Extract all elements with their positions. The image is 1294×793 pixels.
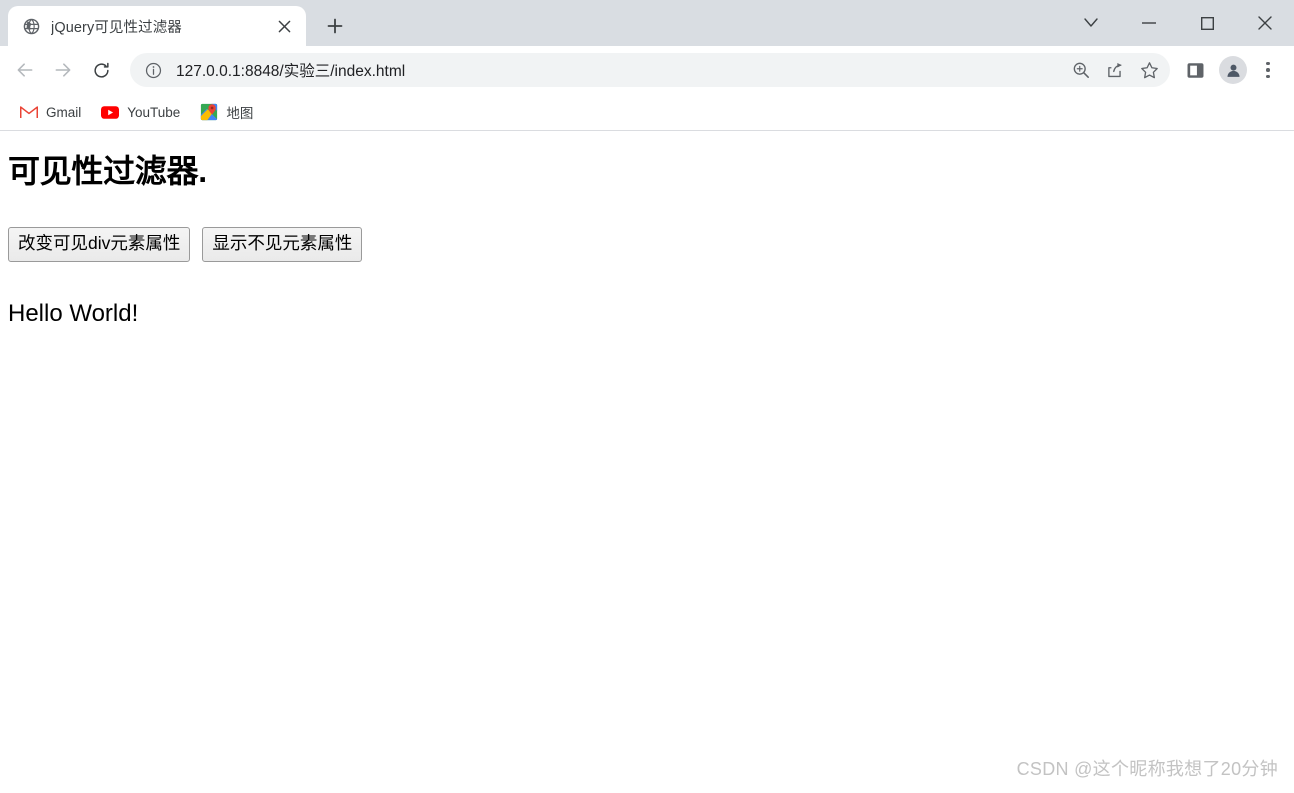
arrow-left-icon — [17, 63, 33, 77]
close-button[interactable] — [1236, 2, 1294, 44]
window-controls — [1062, 0, 1294, 46]
tab-title: jQuery可见性过滤器 — [51, 19, 182, 36]
tab-search-button[interactable] — [1062, 2, 1120, 44]
back-button[interactable] — [6, 51, 44, 89]
new-tab-button[interactable] — [318, 9, 352, 43]
bookmark-label: YouTube — [127, 104, 181, 120]
hello-world-text: Hello World! — [8, 300, 139, 328]
browser-window: jQuery可见性过滤器 127.0.0.1:8848/实验三/index.ht… — [0, 0, 1294, 793]
info-circle-icon[interactable] — [142, 59, 164, 81]
bookmark-maps[interactable]: 地图 — [192, 99, 261, 125]
star-icon[interactable] — [1132, 53, 1166, 87]
minimize-icon — [1142, 22, 1156, 24]
globe-icon — [22, 17, 40, 35]
gmail-icon — [20, 103, 38, 121]
csdn-watermark: CSDN @这个昵称我想了20分钟 — [1016, 759, 1278, 779]
bookmark-gmail[interactable]: Gmail — [12, 99, 89, 125]
omnibox-actions — [1064, 53, 1170, 87]
toolbar-right-actions — [1176, 51, 1284, 89]
change-visible-div-button[interactable]: 改变可见div元素属性 — [8, 227, 191, 263]
youtube-icon — [101, 103, 120, 121]
maximize-button[interactable] — [1178, 2, 1236, 44]
minimize-button[interactable] — [1120, 2, 1178, 44]
page-title: 可见性过滤器. — [8, 153, 207, 189]
share-icon[interactable] — [1098, 53, 1132, 87]
profile-avatar-icon[interactable] — [1219, 56, 1247, 84]
zoom-in-icon[interactable] — [1064, 53, 1098, 87]
page-viewport: 可见性过滤器. 改变可见div元素属性 显示不见元素属性 Hello World… — [0, 131, 1294, 793]
address-bar-url: 127.0.0.1:8848/实验三/index.html — [176, 63, 406, 80]
bookmark-youtube[interactable]: YouTube — [93, 99, 188, 125]
close-icon — [1258, 16, 1272, 30]
tab-strip: jQuery可见性过滤器 — [0, 0, 1294, 46]
plus-icon — [327, 18, 343, 34]
browser-tab[interactable]: jQuery可见性过滤器 — [8, 6, 306, 46]
button-row: 改变可见div元素属性 显示不见元素属性 — [8, 227, 1286, 263]
bookmark-label: 地图 — [226, 106, 254, 121]
maximize-icon — [1200, 16, 1214, 30]
google-maps-icon — [200, 103, 218, 121]
page-content: 可见性过滤器. 改变可见div元素属性 显示不见元素属性 Hello World… — [0, 152, 1294, 329]
chevron-down-icon — [1084, 18, 1098, 27]
bookmarks-bar: Gmail YouTube 地图 — [0, 94, 1294, 131]
three-dot-menu-icon[interactable] — [1252, 51, 1284, 89]
show-hidden-element-button[interactable]: 显示不见元素属性 — [202, 227, 363, 263]
arrow-right-icon — [55, 63, 71, 77]
browser-toolbar: 127.0.0.1:8848/实验三/index.html — [0, 46, 1294, 94]
reload-icon — [93, 62, 109, 78]
reload-button[interactable] — [82, 51, 120, 89]
bookmark-label: Gmail — [46, 104, 82, 120]
tab-close-icon[interactable] — [272, 14, 296, 38]
forward-button[interactable] — [44, 51, 82, 89]
side-panel-icon[interactable] — [1176, 51, 1214, 89]
address-bar[interactable]: 127.0.0.1:8848/实验三/index.html — [130, 53, 1170, 87]
